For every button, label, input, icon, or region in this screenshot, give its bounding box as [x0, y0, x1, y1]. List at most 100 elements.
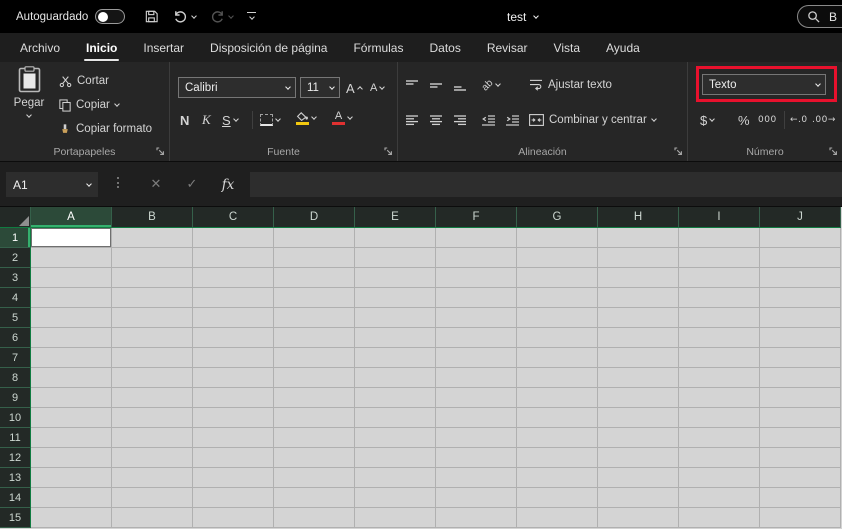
- cell-B7[interactable]: [112, 348, 193, 368]
- column-header-D[interactable]: D: [274, 207, 355, 228]
- formula-input[interactable]: [250, 172, 842, 197]
- cell-C1[interactable]: [193, 228, 274, 248]
- cell-B1[interactable]: [112, 228, 193, 248]
- cell-J4[interactable]: [760, 288, 841, 308]
- align-right-button[interactable]: [454, 109, 466, 131]
- cell-H9[interactable]: [598, 388, 679, 408]
- cell-C10[interactable]: [193, 408, 274, 428]
- increase-indent-button[interactable]: [506, 109, 519, 131]
- cell-H13[interactable]: [598, 468, 679, 488]
- cell-F15[interactable]: [436, 508, 517, 528]
- cell-D12[interactable]: [274, 448, 355, 468]
- cell-B13[interactable]: [112, 468, 193, 488]
- cell-D15[interactable]: [274, 508, 355, 528]
- cell-E2[interactable]: [355, 248, 436, 268]
- cell-F9[interactable]: [436, 388, 517, 408]
- cut-button[interactable]: Cortar: [56, 70, 112, 92]
- cell-F3[interactable]: [436, 268, 517, 288]
- cancel-button[interactable]: ✕: [144, 172, 168, 197]
- tab-formulas[interactable]: Fórmulas: [340, 33, 416, 62]
- cell-A13[interactable]: [31, 468, 112, 488]
- cell-J7[interactable]: [760, 348, 841, 368]
- enter-button[interactable]: ✓: [180, 172, 204, 197]
- grow-font-button[interactable]: A: [346, 77, 363, 99]
- cell-B6[interactable]: [112, 328, 193, 348]
- cell-G9[interactable]: [517, 388, 598, 408]
- cell-A4[interactable]: [31, 288, 112, 308]
- cell-A5[interactable]: [31, 308, 112, 328]
- tab-disposicion-de-pagina[interactable]: Disposición de página: [197, 33, 340, 62]
- cell-I8[interactable]: [679, 368, 760, 388]
- cell-C8[interactable]: [193, 368, 274, 388]
- cell-C5[interactable]: [193, 308, 274, 328]
- cell-D4[interactable]: [274, 288, 355, 308]
- cell-E11[interactable]: [355, 428, 436, 448]
- cell-C9[interactable]: [193, 388, 274, 408]
- cell-G11[interactable]: [517, 428, 598, 448]
- cell-H4[interactable]: [598, 288, 679, 308]
- cell-E4[interactable]: [355, 288, 436, 308]
- undo-menu-chevron-icon[interactable]: [191, 12, 198, 19]
- cell-C3[interactable]: [193, 268, 274, 288]
- cell-C6[interactable]: [193, 328, 274, 348]
- cell-J5[interactable]: [760, 308, 841, 328]
- cell-C11[interactable]: [193, 428, 274, 448]
- column-header-G[interactable]: G: [517, 207, 598, 228]
- cell-A3[interactable]: [31, 268, 112, 288]
- cell-E8[interactable]: [355, 368, 436, 388]
- cell-G15[interactable]: [517, 508, 598, 528]
- cell-A9[interactable]: [31, 388, 112, 408]
- cell-G14[interactable]: [517, 488, 598, 508]
- cell-B15[interactable]: [112, 508, 193, 528]
- row-header-3[interactable]: 3: [0, 268, 31, 288]
- row-header-15[interactable]: 15: [0, 508, 31, 528]
- autosave-toggle[interactable]: [95, 9, 126, 24]
- cell-I10[interactable]: [679, 408, 760, 428]
- tab-revisar[interactable]: Revisar: [474, 33, 541, 62]
- row-header-1[interactable]: 1: [0, 228, 31, 248]
- cell-C14[interactable]: [193, 488, 274, 508]
- redo-button[interactable]: [205, 6, 238, 27]
- shrink-font-button[interactable]: A: [370, 77, 386, 99]
- cell-E6[interactable]: [355, 328, 436, 348]
- cell-B10[interactable]: [112, 408, 193, 428]
- cell-E1[interactable]: [355, 228, 436, 248]
- cell-F11[interactable]: [436, 428, 517, 448]
- cell-E13[interactable]: [355, 468, 436, 488]
- cell-F6[interactable]: [436, 328, 517, 348]
- cell-A11[interactable]: [31, 428, 112, 448]
- cell-D8[interactable]: [274, 368, 355, 388]
- clipboard-dialog-launcher[interactable]: [154, 145, 166, 157]
- cell-H11[interactable]: [598, 428, 679, 448]
- cell-A2[interactable]: [31, 248, 112, 268]
- cell-E9[interactable]: [355, 388, 436, 408]
- select-all-button[interactable]: [0, 207, 31, 228]
- cell-G4[interactable]: [517, 288, 598, 308]
- cell-G10[interactable]: [517, 408, 598, 428]
- underline-button[interactable]: S: [222, 109, 239, 131]
- insert-function-button[interactable]: fx: [216, 172, 240, 197]
- cell-A12[interactable]: [31, 448, 112, 468]
- cell-C4[interactable]: [193, 288, 274, 308]
- cell-D11[interactable]: [274, 428, 355, 448]
- font-color-button[interactable]: A: [332, 107, 353, 129]
- cell-D5[interactable]: [274, 308, 355, 328]
- italic-button[interactable]: K: [202, 109, 211, 131]
- column-header-E[interactable]: E: [355, 207, 436, 228]
- cell-H6[interactable]: [598, 328, 679, 348]
- cell-I11[interactable]: [679, 428, 760, 448]
- cell-F7[interactable]: [436, 348, 517, 368]
- cell-H5[interactable]: [598, 308, 679, 328]
- tab-insertar[interactable]: Insertar: [130, 33, 197, 62]
- cell-I4[interactable]: [679, 288, 760, 308]
- align-middle-button[interactable]: [430, 74, 442, 96]
- cell-F12[interactable]: [436, 448, 517, 468]
- format-painter-button[interactable]: Copiar formato: [56, 118, 155, 140]
- cell-D10[interactable]: [274, 408, 355, 428]
- row-header-12[interactable]: 12: [0, 448, 31, 468]
- cell-E15[interactable]: [355, 508, 436, 528]
- cell-I15[interactable]: [679, 508, 760, 528]
- bold-button[interactable]: N: [180, 109, 189, 131]
- column-header-B[interactable]: B: [112, 207, 193, 228]
- cell-A1[interactable]: [31, 228, 112, 248]
